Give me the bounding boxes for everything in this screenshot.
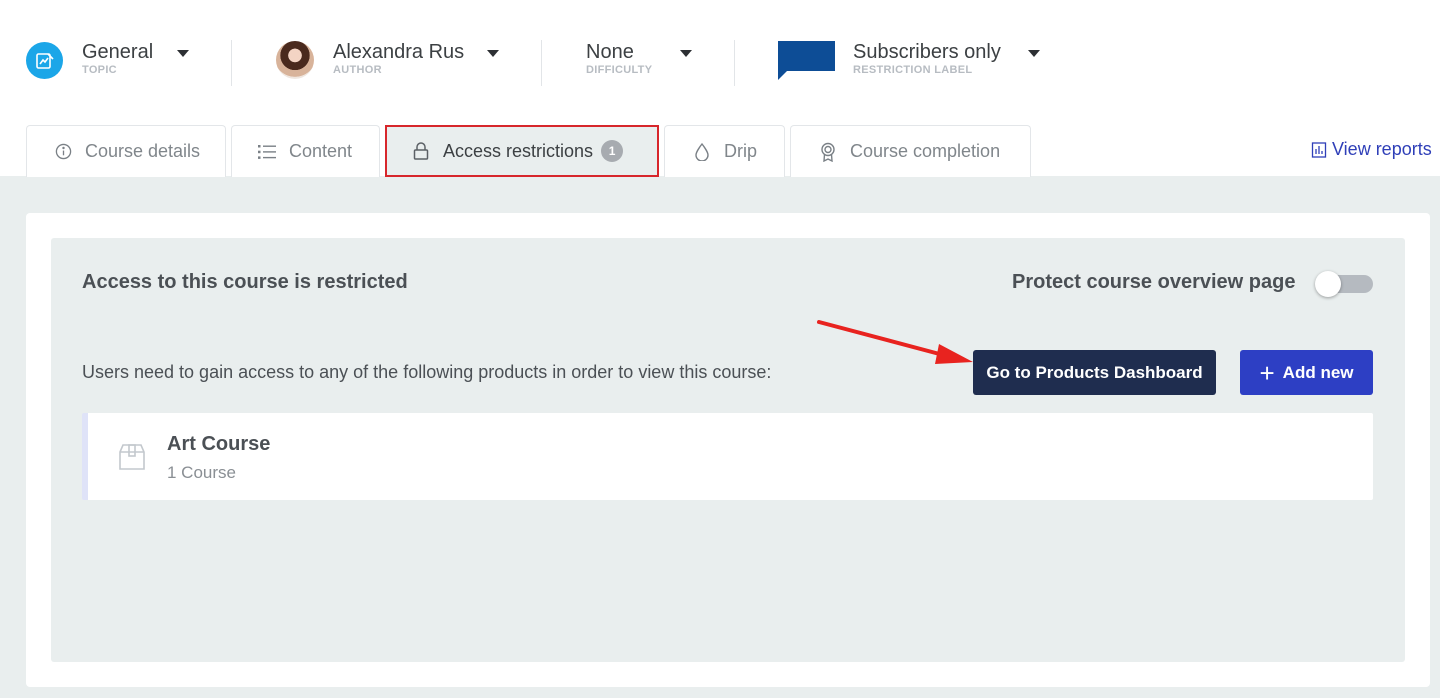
restriction-selector[interactable]: Subscribers only RESTRICTION LABEL [853,38,1001,86]
difficulty-value: None [586,41,634,63]
divider [541,40,542,86]
topic-selector[interactable]: General TOPIC [82,38,153,86]
product-name: Art Course [167,433,271,455]
restriction-flag-icon [778,41,835,80]
tab-label: Content [289,141,353,161]
box-icon [119,444,145,470]
tab-badge: 1 [601,140,624,162]
topic-chevron-down-icon[interactable] [177,50,189,57]
panel-title: Access to this course is restricted [82,271,408,293]
tab-access-restrictions[interactable]: Access restrictions 1 [385,125,659,177]
tab-label: Course completion [850,141,1001,161]
drop-icon [692,142,712,162]
topic-label: TOPIC [82,64,117,76]
restriction-chevron-down-icon[interactable] [1028,50,1040,57]
protect-overview-label: Protect course overview page [1012,271,1296,293]
go-to-products-dashboard-button[interactable]: Go to Products Dashboard [973,350,1216,395]
list-icon [257,142,277,162]
difficulty-chevron-down-icon[interactable] [680,50,692,57]
product-row[interactable]: Art Course 1 Course [82,413,1373,500]
difficulty-selector[interactable]: None DIFFICULTY [586,38,652,86]
plus-icon: + [1259,357,1275,388]
author-chevron-down-icon[interactable] [487,50,499,57]
restriction-label: RESTRICTION LABEL [853,64,973,76]
topic-value: General [82,41,154,63]
restriction-value: Subscribers only [853,41,1001,63]
divider [231,40,232,86]
dashboard-button-label: Go to Products Dashboard [986,362,1203,382]
tab-label: Access restrictions [443,140,594,161]
tab-label: Course details [85,141,201,161]
red-arrow-annotation [817,320,973,364]
difficulty-label: DIFFICULTY [586,64,653,76]
add-new-button[interactable]: + Add new [1240,350,1373,395]
product-subtitle: 1 Course [167,463,236,482]
tab-course-details[interactable]: Course details [26,125,226,177]
report-icon [1311,141,1327,158]
award-icon [818,142,838,162]
add-button-label: Add new [1282,362,1354,382]
view-reports-label: View reports [1332,139,1432,159]
tab-label: Drip [724,141,758,161]
tab-content[interactable]: Content [231,125,380,177]
lock-icon [411,141,431,161]
tab-drip[interactable]: Drip [664,125,785,177]
view-reports-link[interactable]: View reports [1311,139,1432,160]
topic-icon [26,42,63,79]
author-selector[interactable]: Alexandra Rus AUTHOR [333,38,464,86]
author-value: Alexandra Rus [333,41,465,63]
info-icon [53,142,73,162]
divider [734,40,735,86]
author-avatar [276,41,314,79]
author-label: AUTHOR [333,64,382,76]
users-access-text: Users need to gain access to any of the … [82,362,772,382]
tab-course-completion[interactable]: Course completion [790,125,1031,177]
protect-overview-toggle[interactable] [1315,271,1373,297]
toggle-knob [1315,271,1341,297]
course-meta-bar: General TOPIC Alexandra Rus AUTHOR None … [0,0,1440,110]
